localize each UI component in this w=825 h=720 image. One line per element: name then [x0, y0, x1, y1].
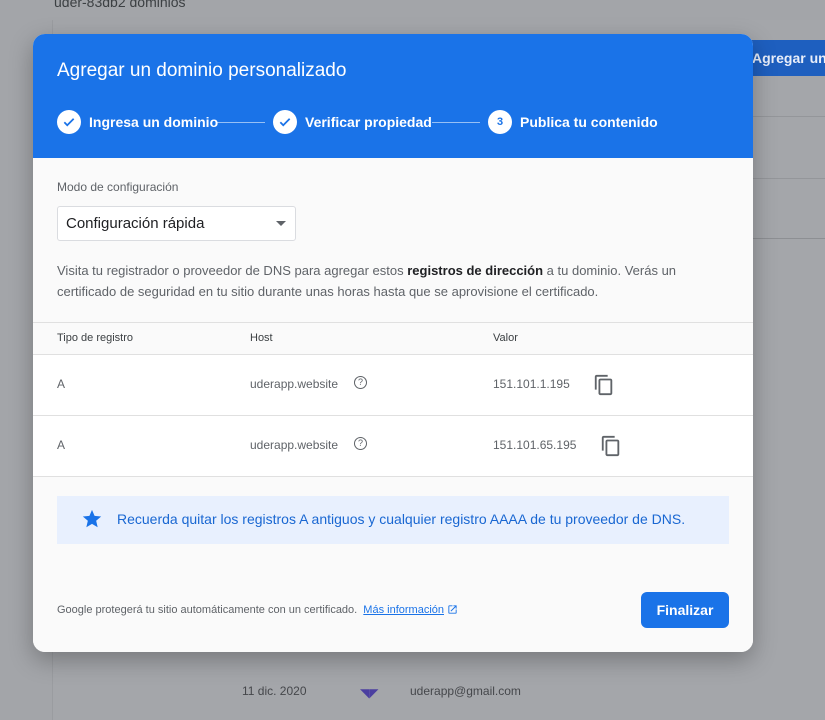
dialog-header: Agregar un dominio personalizado Ingresa…	[33, 34, 753, 158]
record-type: A	[57, 377, 66, 391]
step-label: Ingresa un dominio	[89, 114, 219, 130]
footer-note: Google protegerá tu sitio automáticament…	[57, 604, 458, 616]
mode-select[interactable]: Configuración rápida	[57, 206, 296, 241]
step-label: Verificar propiedad	[305, 114, 432, 130]
record-value: 151.101.1.195	[493, 377, 570, 391]
dialog-body: Modo de configuración Configuración rápi…	[33, 158, 753, 652]
record-host: uderapp.website	[250, 377, 339, 391]
table-header: Tipo de registro Host Valor	[33, 322, 753, 355]
check-icon	[273, 110, 297, 134]
mode-select-value: Configuración rápida	[66, 215, 205, 232]
bg-divider	[753, 116, 825, 117]
bg-divider	[753, 238, 825, 239]
header-value: Valor	[493, 332, 518, 344]
help-circle-icon[interactable]: ?	[354, 437, 367, 450]
bg-avatar-icon: ◥◤	[360, 686, 379, 700]
step-label: Publica tu contenido	[520, 114, 658, 130]
bg-date: 11 dic. 2020	[242, 684, 307, 698]
table-row: A uderapp.website ? 151.101.65.195	[33, 416, 753, 477]
star-icon	[82, 509, 102, 528]
step-2: Verificar propiedad	[273, 110, 432, 134]
step-connector	[432, 122, 480, 123]
description: Visita tu registrador o proveedor de DNS…	[57, 263, 677, 299]
more-info-link[interactable]: Más información	[363, 604, 444, 616]
finish-button[interactable]: Finalizar	[641, 592, 729, 628]
table-row: A uderapp.website ? 151.101.1.195	[33, 355, 753, 416]
step-connector	[217, 122, 265, 123]
record-value: 151.101.65.195	[493, 438, 577, 452]
copy-icon[interactable]	[600, 434, 622, 458]
footer-note-text: Google protegerá tu sitio automáticament…	[57, 604, 358, 616]
header-host: Host	[250, 332, 273, 344]
description-bold: registros de dirección	[407, 263, 544, 278]
mode-label: Modo de configuración	[57, 180, 179, 194]
bg-page-title: uder-83db2 dominios	[54, 0, 186, 10]
bg-email: uderapp@gmail.com	[410, 684, 521, 698]
dialog-title: Agregar un dominio personalizado	[57, 60, 347, 81]
add-domain-dialog: Agregar un dominio personalizado Ingresa…	[33, 34, 753, 652]
record-host: uderapp.website	[250, 438, 339, 452]
check-icon	[57, 110, 81, 134]
notice-banner: Recuerda quitar los registros A antiguos…	[57, 496, 729, 544]
copy-icon[interactable]	[593, 373, 615, 397]
step-1: Ingresa un dominio	[57, 110, 218, 134]
step-number: 3	[488, 110, 512, 134]
notice-text: Recuerda quitar los registros A antiguos…	[117, 511, 686, 527]
step-3: 3 Publica tu contenido	[488, 110, 658, 134]
record-type: A	[57, 438, 66, 452]
bg-divider	[753, 178, 825, 179]
help-circle-icon[interactable]: ?	[354, 376, 367, 389]
dns-records-table: Tipo de registro Host Valor A uderapp.we…	[33, 322, 753, 477]
open-in-new-icon[interactable]	[447, 604, 458, 615]
dropdown-caret-icon	[276, 221, 286, 226]
header-type: Tipo de registro	[57, 332, 134, 344]
